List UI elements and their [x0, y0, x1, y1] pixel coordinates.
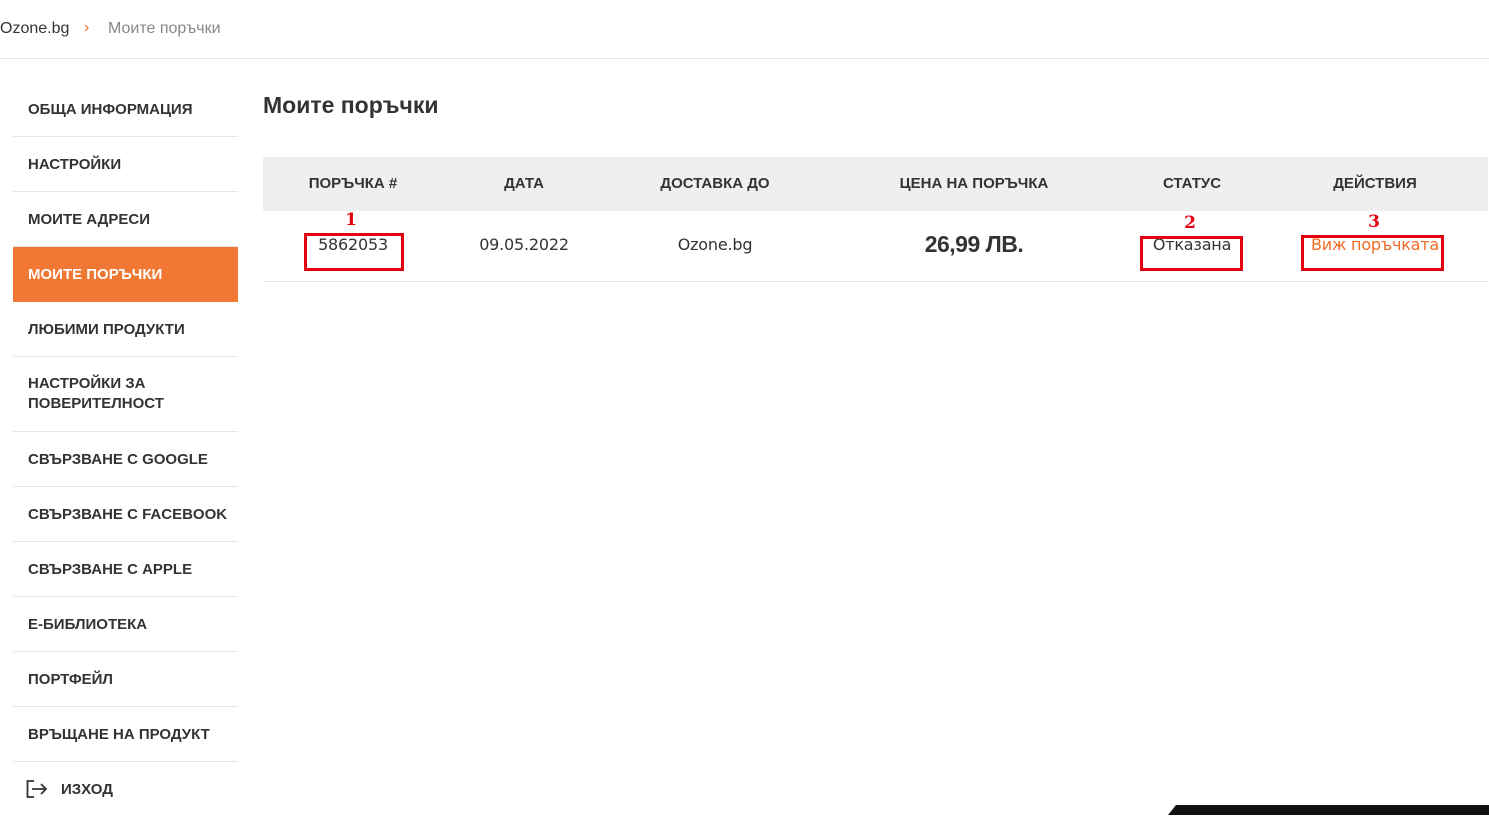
annotation-number-1: 1	[345, 210, 357, 230]
sidebar-item-connect-google[interactable]: СВЪРЗВАНЕ С GOOGLE	[13, 432, 238, 487]
breadcrumb-home-link[interactable]: Ozone.bg	[0, 20, 69, 38]
sidebar-item-label: МОИТЕ АДРЕСИ	[28, 210, 150, 228]
order-delivery: Ozone.bg	[677, 235, 753, 254]
sidebar-item-label: ПОРТФЕЙЛ	[28, 670, 113, 688]
sidebar-item-label: Е-БИБЛИОТЕКА	[28, 615, 148, 633]
annotation-number-2: 2	[1184, 213, 1196, 233]
sidebar-item-label: ВРЪЩАНЕ НА ПРОДУКТ	[28, 725, 210, 743]
sidebar-item-return-product[interactable]: ВРЪЩАНЕ НА ПРОДУКТ	[13, 707, 238, 762]
page-title: Моите поръчки	[263, 92, 439, 118]
logout-button[interactable]: ИЗХОД	[13, 762, 238, 816]
sidebar-item-my-orders[interactable]: МОИТЕ ПОРЪЧКИ	[13, 247, 238, 302]
order-date: 09.05.2022	[479, 235, 569, 254]
logout-label: ИЗХОД	[61, 780, 113, 798]
column-header-order: ПОРЪЧКА #	[308, 175, 398, 192]
chevron-right-icon: ›	[84, 19, 90, 36]
sidebar-item-connect-facebook[interactable]: СВЪРЗВАНЕ С FACEBOOK	[13, 487, 238, 542]
sidebar-item-label: СВЪРЗВАНЕ С APPLE	[28, 560, 193, 578]
annotation-box-2	[1140, 236, 1243, 271]
sidebar-item-label: МОИТЕ ПОРЪЧКИ	[28, 265, 163, 283]
column-header-actions: ДЕЙСТВИЯ	[1333, 175, 1417, 192]
column-header-delivery: ДОСТАВКА ДО	[660, 175, 770, 192]
account-sidebar: ОБЩА ИНФОРМАЦИЯ НАСТРОЙКИ МОИТЕ АДРЕСИ М…	[13, 82, 238, 816]
order-price: 26,99 ЛВ.	[924, 231, 1024, 257]
sidebar-item-label: ОБЩА ИНФОРМАЦИЯ	[28, 100, 193, 118]
sidebar-item-label: НАСТРОЙКИ	[28, 155, 122, 173]
sidebar-item-favorites[interactable]: ЛЮБИМИ ПРОДУКТИ	[13, 302, 238, 357]
sidebar-item-settings[interactable]: НАСТРОЙКИ	[13, 137, 238, 192]
annotation-box-1	[304, 233, 404, 271]
annotation-box-3	[1301, 235, 1444, 271]
logout-icon	[25, 779, 49, 799]
sidebar-item-general-info[interactable]: ОБЩА ИНФОРМАЦИЯ	[13, 82, 238, 137]
sidebar-item-connect-apple[interactable]: СВЪРЗВАНЕ С APPLE	[13, 542, 238, 597]
sidebar-item-label: ЛЮБИМИ ПРОДУКТИ	[28, 320, 185, 338]
sidebar-item-addresses[interactable]: МОИТЕ АДРЕСИ	[13, 192, 238, 247]
column-header-status: СТАТУС	[1162, 175, 1222, 192]
sidebar-item-label: СВЪРЗВАНЕ С GOOGLE	[28, 450, 208, 468]
sidebar-item-label: НАСТРОЙКИ ЗА ПОВЕРИТЕЛНОСТ	[28, 375, 164, 412]
sidebar-item-label: СВЪРЗВАНЕ С FACEBOOK	[28, 505, 228, 523]
breadcrumb: Ozone.bg › Моите поръчки	[0, 0, 1489, 59]
annotation-number-3: 3	[1368, 212, 1380, 232]
breadcrumb-current: Моите поръчки	[108, 20, 221, 37]
sidebar-item-privacy-settings[interactable]: НАСТРОЙКИ ЗА ПОВЕРИТЕЛНОСТ	[13, 357, 238, 432]
sidebar-item-e-library[interactable]: Е-БИБЛИОТЕКА	[13, 597, 238, 652]
orders-table-header: ПОРЪЧКА # ДАТА ДОСТАВКА ДО ЦЕНА НА ПОРЪЧ…	[263, 157, 1488, 211]
column-header-date: ДАТА	[504, 175, 544, 192]
column-header-price: ЦЕНА НА ПОРЪЧКА	[899, 175, 1049, 192]
corner-decoration	[1168, 805, 1489, 815]
sidebar-item-wallet[interactable]: ПОРТФЕЙЛ	[13, 652, 238, 707]
